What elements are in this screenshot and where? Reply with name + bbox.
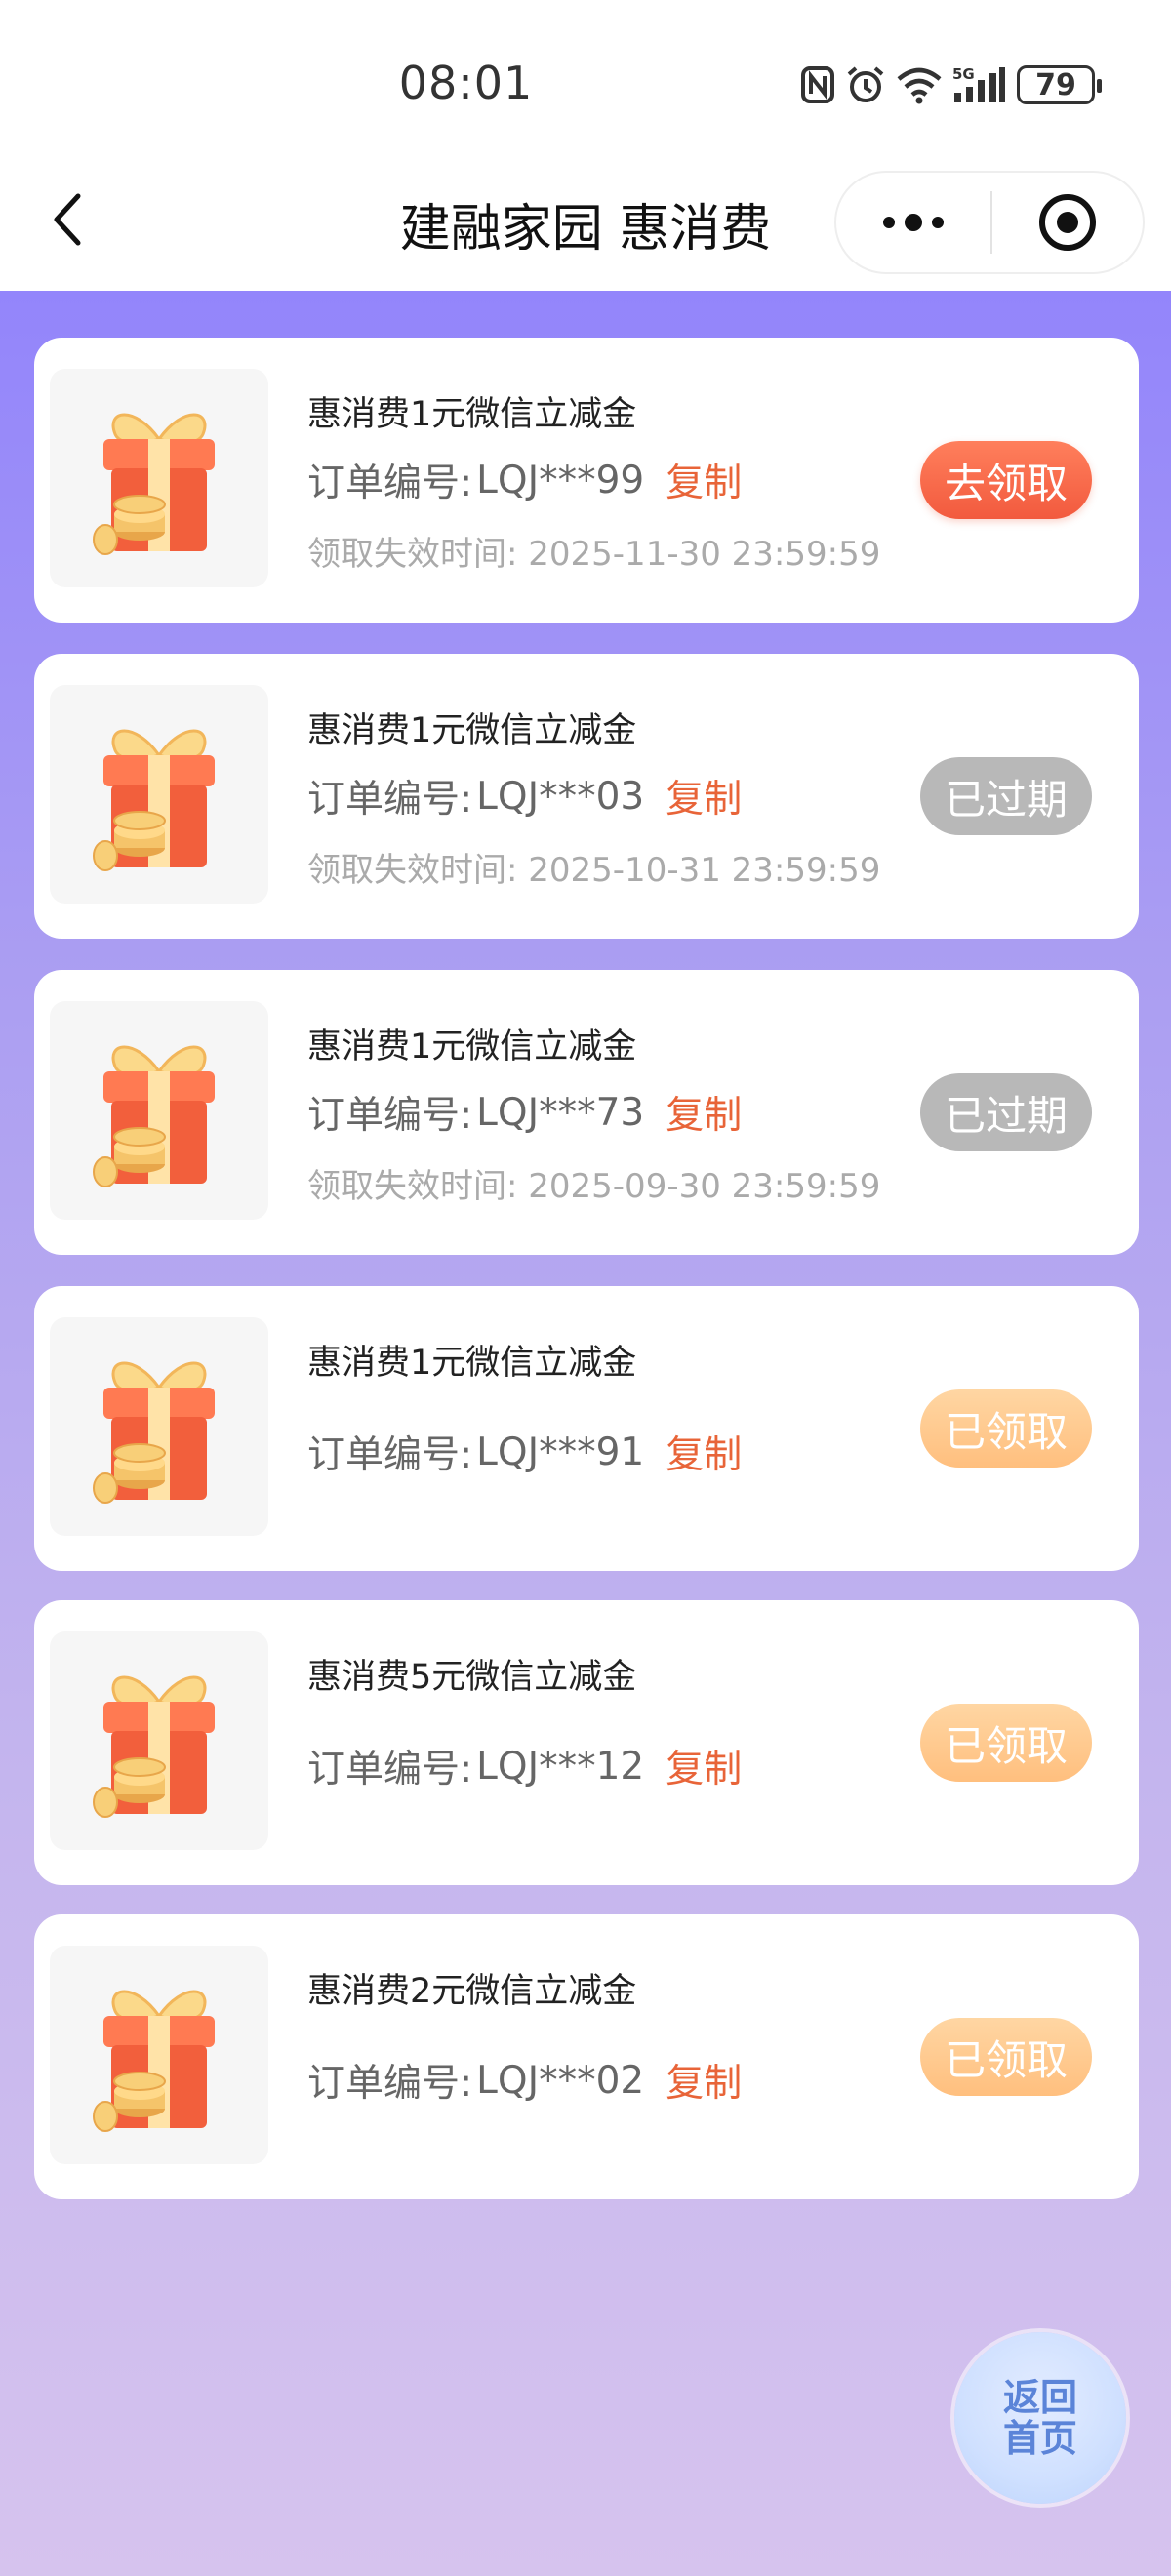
coupon-card: 惠消费1元微信立减金 订单编号: LQJ***73 复制 领取失效时间: 202… (34, 970, 1139, 1255)
coupon-title: 惠消费5元微信立减金 (307, 1658, 637, 1697)
home-button-line1: 返回 (1002, 2376, 1077, 2419)
status-bar: 08:01 5G 79 (0, 0, 1171, 166)
back-to-home-button[interactable]: 返回 首页 (954, 2332, 1126, 2504)
expired-button: 已过期 (920, 1073, 1092, 1151)
gift-box-icon (93, 1361, 215, 1504)
gift-box-icon (93, 729, 215, 871)
coupon-title: 惠消费2元微信立减金 (307, 1972, 637, 2011)
order-number: LQJ***02 (476, 2058, 645, 2103)
order-label: 订单编号: (307, 1433, 473, 1477)
battery-indicator: 79 (1017, 65, 1102, 104)
coupon-title: 惠消费1元微信立减金 (307, 711, 637, 750)
coupon-list: 惠消费1元微信立减金 订单编号: LQJ***99 复制 领取失效时间: 202… (0, 291, 1171, 2576)
order-number: LQJ***73 (476, 1090, 645, 1135)
gift-box-icon (93, 1045, 215, 1187)
svg-text:5G: 5G (952, 65, 975, 83)
order-label: 订单编号: (307, 462, 473, 505)
page-title: 建融家园 惠消费 (399, 200, 772, 259)
coupon-card: 惠消费1元微信立减金 订单编号: LQJ***03 复制 领取失效时间: 202… (34, 654, 1139, 939)
more-button[interactable] (836, 173, 990, 272)
coupon-card: 惠消费5元微信立减金 订单编号: LQJ***12 复制 已领取 (34, 1600, 1139, 1885)
order-row: 订单编号: LQJ***03 复制 (307, 769, 742, 824)
received-button: 已领取 (920, 2018, 1092, 2096)
gift-box-image (50, 685, 268, 904)
expiry-time: 领取失效时间: 2025-09-30 23:59:59 (307, 1167, 881, 1206)
order-row: 订单编号: LQJ***91 复制 (307, 1425, 742, 1479)
target-close-icon (1039, 194, 1096, 251)
order-label: 订单编号: (307, 778, 473, 822)
copy-button[interactable]: 复制 (666, 1739, 742, 1793)
order-label: 订单编号: (307, 2062, 473, 2106)
copy-button[interactable]: 复制 (666, 1085, 742, 1140)
wifi-icon (897, 67, 942, 104)
copy-button[interactable]: 复制 (666, 1425, 742, 1479)
order-number: LQJ***03 (476, 774, 645, 819)
coupon-card: 惠消费1元微信立减金 订单编号: LQJ***99 复制 领取失效时间: 202… (34, 338, 1139, 623)
back-button[interactable] (39, 185, 98, 254)
coupon-title: 惠消费1元微信立减金 (307, 395, 637, 434)
mini-program-capsule (834, 171, 1145, 274)
coupon-title: 惠消费1元微信立减金 (307, 1344, 637, 1383)
claim-button[interactable]: 去领取 (920, 441, 1092, 519)
received-button: 已领取 (920, 1389, 1092, 1468)
gift-box-image (50, 1001, 268, 1220)
gift-box-icon (93, 413, 215, 555)
copy-button[interactable]: 复制 (666, 769, 742, 824)
status-icons: 5G 79 (800, 60, 1102, 109)
home-button-line2: 首页 (1002, 2417, 1077, 2460)
status-time: 08:01 (398, 57, 534, 109)
gift-box-image (50, 1317, 268, 1536)
received-button: 已领取 (920, 1704, 1092, 1782)
signal-5g-icon: 5G (952, 65, 1005, 102)
expired-button: 已过期 (920, 757, 1092, 835)
order-number: LQJ***99 (476, 458, 645, 503)
close-button[interactable] (992, 173, 1143, 272)
gift-box-icon (93, 1990, 215, 2132)
order-label: 订单编号: (307, 1748, 473, 1791)
gift-box-image (50, 1631, 268, 1850)
gift-box-image (50, 369, 268, 587)
order-number: LQJ***91 (476, 1429, 645, 1474)
copy-button[interactable]: 复制 (666, 2053, 742, 2108)
order-number: LQJ***12 (476, 1744, 645, 1789)
expiry-time: 领取失效时间: 2025-10-31 23:59:59 (307, 851, 881, 890)
order-row: 订单编号: LQJ***02 复制 (307, 2053, 742, 2108)
nfc-icon (801, 66, 834, 103)
order-row: 订单编号: LQJ***73 复制 (307, 1085, 742, 1140)
nav-bar: 建融家园 惠消费 (0, 166, 1171, 291)
more-dots-icon (883, 214, 944, 231)
order-label: 订单编号: (307, 1094, 473, 1138)
order-row: 订单编号: LQJ***12 复制 (307, 1739, 742, 1793)
order-row: 订单编号: LQJ***99 复制 (307, 453, 742, 507)
chevron-left-icon (54, 193, 81, 246)
coupon-card: 惠消费1元微信立减金 订单编号: LQJ***91 复制 已领取 (34, 1286, 1139, 1571)
gift-box-icon (93, 1675, 215, 1818)
copy-button[interactable]: 复制 (666, 453, 742, 507)
coupon-card: 惠消费2元微信立减金 订单编号: LQJ***02 复制 已领取 (34, 1914, 1139, 2199)
coupon-title: 惠消费1元微信立减金 (307, 1027, 637, 1067)
expiry-time: 领取失效时间: 2025-11-30 23:59:59 (307, 535, 881, 574)
alarm-icon (847, 66, 884, 102)
gift-box-image (50, 1946, 268, 2164)
